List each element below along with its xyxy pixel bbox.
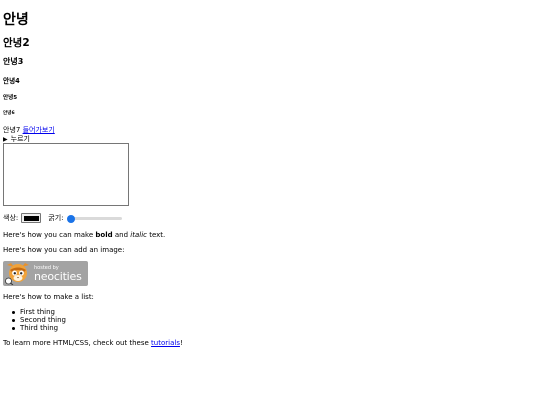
enter-link[interactable]: 들어가보기 [23, 126, 55, 134]
heading-3: 안녕3 [3, 57, 24, 66]
color-label: 색상: [3, 214, 19, 222]
list-item: Second thing [12, 316, 66, 324]
paragraph-7-text: 안녕7 [3, 126, 23, 134]
bold-italic-paragraph: Here's how you can make bold and italic … [3, 231, 165, 240]
heading-5: 안녕5 [3, 95, 18, 101]
details-summary[interactable]: 누르기 [11, 135, 30, 143]
heading-4: 안녕4 [3, 77, 20, 85]
tutorials-link[interactable]: tutorials [151, 339, 180, 347]
width-label: 굵기: [48, 214, 64, 222]
list-item: Third thing [12, 324, 66, 332]
neocities-badge: hosted by neocities [3, 261, 88, 286]
list-intro: Here's how to make a list: [3, 293, 94, 301]
footer-prefix: To learn more HTML/CSS, check out these [3, 339, 152, 347]
list-item: First thing [12, 308, 66, 316]
heading-2: 안녕2 [3, 37, 30, 49]
text-area[interactable] [3, 143, 129, 206]
footer-paragraph: To learn more HTML/CSS, check out these … [3, 339, 183, 348]
neocities-cat-logo-icon [5, 263, 29, 285]
slider-track [67, 217, 122, 220]
italic-word: italic [130, 231, 147, 239]
heading-1: 안녕 [3, 12, 29, 28]
bold-line-suffix: text. [146, 231, 166, 239]
image-paragraph: Here's how you can add an image: [3, 246, 125, 254]
width-slider[interactable] [66, 213, 122, 223]
drawing-controls: 색상: 굵기: [3, 212, 122, 224]
footer-suffix: ! [179, 339, 183, 347]
color-picker[interactable] [21, 213, 42, 223]
heading-6: 안녕6 [3, 111, 15, 116]
badge-name: neocities [34, 270, 82, 283]
thing-list: First thing Second thing Third thing [12, 308, 66, 332]
color-swatch [23, 215, 39, 221]
slider-thumb[interactable] [66, 214, 75, 223]
bold-line-middle: and [112, 231, 131, 239]
bold-line-prefix: Here's how you can make [3, 231, 96, 239]
bold-word: bold [95, 231, 113, 239]
paragraph-7: 안녕7 들어가보기 [3, 126, 55, 135]
